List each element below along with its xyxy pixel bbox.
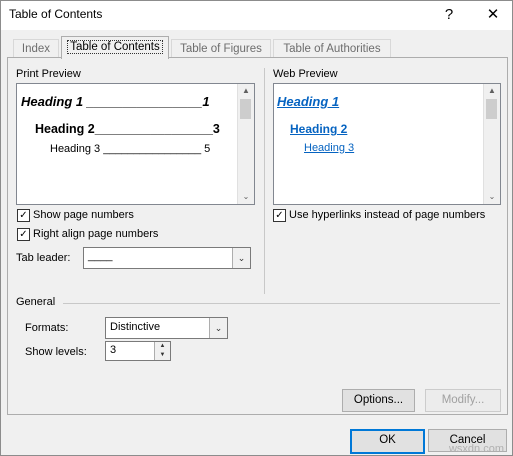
show-levels-spinner[interactable]: 3 ▲ ▼ (105, 341, 171, 361)
tab-table-of-contents[interactable]: Table of Contents (61, 36, 169, 59)
print-preview-label: Print Preview (16, 68, 81, 80)
chevron-down-icon[interactable]: ⌄ (232, 248, 250, 268)
formats-select[interactable]: Distinctive ⌄ (105, 317, 228, 339)
use-hyperlinks-checkbox[interactable]: ✓ (273, 209, 286, 222)
web-preview-label: Web Preview (273, 68, 338, 80)
title-bar: Table of Contents ? ✕ (1, 1, 512, 30)
ok-button[interactable]: OK (350, 429, 425, 454)
scroll-up-icon[interactable]: ▲ (238, 84, 254, 98)
watermark-text: wsxdn.com (448, 443, 504, 455)
general-separator (63, 303, 500, 304)
tab-leader-value: ____ (88, 250, 113, 262)
web-preview-box: Heading 1 Heading 2 Heading 3 ▲ ⌄ (273, 83, 501, 205)
scroll-up-icon[interactable]: ▲ (484, 84, 500, 98)
spin-up-icon[interactable]: ▲ (155, 342, 170, 351)
formats-label: Formats: (25, 322, 69, 334)
show-page-numbers-label: Show page numbers (33, 209, 134, 221)
web-heading-2[interactable]: Heading 2 (290, 122, 347, 136)
toc-panel: Print Preview Heading 1 ________________… (7, 57, 508, 415)
web-heading-1[interactable]: Heading 1 (277, 94, 339, 109)
print-preview-scrollbar[interactable]: ▲ ⌄ (237, 84, 254, 204)
tab-index[interactable]: Index (13, 39, 59, 58)
print-heading-1: Heading 1 ________________1 (21, 94, 210, 109)
close-button[interactable]: ✕ (482, 4, 504, 26)
web-preview-scrollbar[interactable]: ▲ ⌄ (483, 84, 500, 204)
print-preview-box: Heading 1 ________________1 Heading 2___… (16, 83, 255, 205)
web-heading-3[interactable]: Heading 3 (304, 142, 354, 154)
scroll-down-icon[interactable]: ⌄ (238, 190, 254, 204)
dialog-title: Table of Contents (9, 7, 103, 21)
print-heading-2: Heading 2_________________3 (35, 122, 220, 136)
spin-down-icon[interactable]: ▼ (155, 351, 170, 360)
show-levels-label: Show levels: (25, 346, 87, 358)
toc-dialog: Table of Contents ? ✕ Index Table of Con… (0, 0, 513, 456)
tab-table-of-authorities[interactable]: Table of Authorities (273, 39, 391, 58)
tab-table-of-figures[interactable]: Table of Figures (171, 39, 271, 58)
tab-strip: Index Table of Contents Table of Figures… (1, 30, 512, 59)
tab-leader-select[interactable]: ____ ⌄ (83, 247, 251, 269)
scroll-thumb[interactable] (486, 99, 497, 119)
right-align-label: Right align page numbers (33, 228, 159, 240)
tab-leader-label: Tab leader: (16, 252, 71, 264)
use-hyperlinks-label: Use hyperlinks instead of page numbers (289, 209, 486, 221)
general-label: General (16, 296, 56, 308)
right-align-checkbox[interactable]: ✓ (17, 228, 30, 241)
scroll-thumb[interactable] (240, 99, 251, 119)
preview-divider (264, 68, 265, 294)
help-button[interactable]: ? (438, 4, 460, 26)
print-heading-3: Heading 3 ________________ 5 (50, 143, 211, 155)
spinner-buttons[interactable]: ▲ ▼ (154, 342, 170, 360)
show-levels-value: 3 (110, 344, 117, 356)
chevron-down-icon[interactable]: ⌄ (209, 318, 227, 338)
formats-value: Distinctive (110, 321, 161, 333)
scroll-down-icon[interactable]: ⌄ (484, 190, 500, 204)
options-button[interactable]: Options... (342, 389, 415, 412)
show-page-numbers-checkbox[interactable]: ✓ (17, 209, 30, 222)
modify-button[interactable]: Modify... (425, 389, 501, 412)
